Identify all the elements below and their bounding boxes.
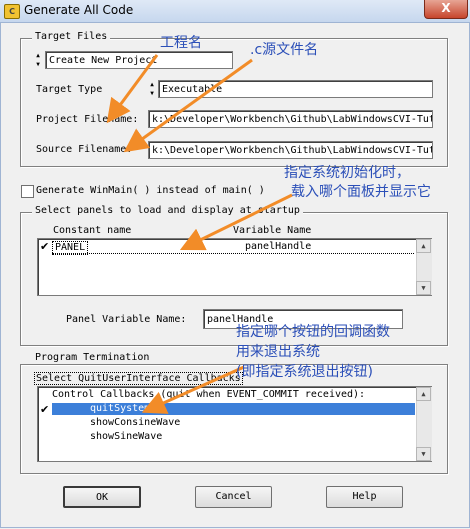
callback-label-showconsinewave[interactable]: showConsineWave bbox=[90, 417, 180, 429]
source-filename-input[interactable]: k:\Developer\Workbench\Github\LabWindows… bbox=[148, 141, 433, 159]
annotation-quit-line2: 用来退出系统 bbox=[236, 344, 320, 360]
project-filename-input[interactable]: k:\Developer\Workbench\Github\LabWindows… bbox=[148, 110, 433, 128]
callbacks-list-header: Control Callbacks (quit when EVENT_COMMI… bbox=[52, 389, 366, 400]
panels-scroll-down-icon[interactable]: ▼ bbox=[416, 281, 431, 295]
help-button[interactable]: Help bbox=[326, 486, 403, 508]
annotation-project-name: 工程名 bbox=[160, 35, 202, 51]
project-mode-combo[interactable]: Create New Project bbox=[45, 51, 233, 69]
target-type-spinner[interactable]: ▲ ▼ bbox=[147, 80, 157, 98]
panels-scroll-up-icon[interactable]: ▲ bbox=[416, 239, 431, 253]
window-title: Generate All Code bbox=[24, 3, 134, 17]
project-filename-label: Project Filename: bbox=[36, 114, 139, 125]
callback-check-quitsystem[interactable]: ✔ bbox=[40, 403, 49, 416]
cancel-button[interactable]: Cancel bbox=[195, 486, 272, 508]
generate-winmain-checkbox[interactable] bbox=[21, 185, 34, 198]
ok-button[interactable]: OK bbox=[63, 486, 141, 508]
target-type-combo[interactable]: Executable bbox=[158, 80, 433, 98]
annotation-quit-line1: 指定哪个按钮的回调函数 bbox=[236, 324, 390, 340]
panel-var-label: Panel Variable Name: bbox=[66, 314, 187, 325]
annotation-quit-line3: (即指定系统退出按钮) bbox=[236, 364, 373, 380]
callbacks-label: Select QuitUserInterface Callbacks bbox=[34, 372, 243, 385]
source-filename-label: Source Filename: bbox=[36, 144, 133, 155]
callbacks-scroll-up-icon[interactable]: ▲ bbox=[416, 387, 431, 401]
annotation-c-source: .c源文件名 bbox=[250, 42, 319, 58]
callback-label-showsinewave[interactable]: showSineWave bbox=[90, 431, 162, 443]
panel-row-check[interactable]: ✔ bbox=[40, 240, 49, 253]
panel-row-variable[interactable]: panelHandle bbox=[245, 241, 311, 253]
panels-list[interactable] bbox=[37, 238, 432, 296]
project-mode-spinner[interactable]: ▲ ▼ bbox=[33, 51, 43, 69]
termination-group-label: Program Termination bbox=[32, 352, 153, 363]
close-button[interactable]: X bbox=[424, 0, 468, 19]
annotation-init-line1: 指定系统初始化时， bbox=[284, 165, 410, 181]
col-variable-header: Variable Name bbox=[233, 225, 312, 236]
panels-group-label: Select panels to load and display at sta… bbox=[32, 205, 303, 216]
annotation-init-line2: 载入哪个面板并显示它 bbox=[291, 184, 431, 200]
callback-label-quitsystem[interactable]: quitSystem bbox=[90, 403, 150, 415]
app-icon: C bbox=[4, 4, 20, 19]
callbacks-scroll-down-icon[interactable]: ▼ bbox=[416, 447, 431, 461]
generate-winmain-label[interactable]: Generate WinMain( ) instead of main( ) bbox=[36, 185, 265, 196]
col-constant-header: Constant name bbox=[53, 225, 132, 236]
panel-row-focus-line bbox=[52, 253, 414, 254]
target-files-label: Target Files bbox=[32, 31, 111, 42]
target-type-label: Target Type bbox=[36, 84, 103, 95]
